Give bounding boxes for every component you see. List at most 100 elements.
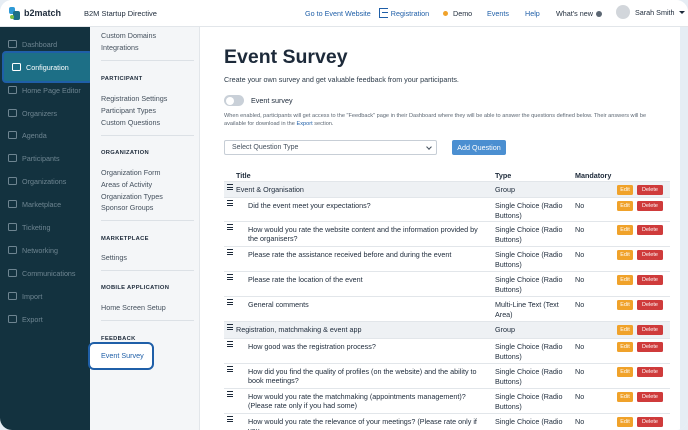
edit-button[interactable]: Edit	[617, 300, 633, 310]
delete-button[interactable]: Delete	[637, 201, 663, 211]
registration-link[interactable]: Registration	[378, 8, 429, 18]
sidebar-item-home-page-editor[interactable]: Home Page Editor	[0, 79, 90, 101]
question-mandatory: No	[575, 225, 585, 234]
home-icon	[8, 86, 17, 94]
demo-indicator[interactable]: Demo	[443, 0, 472, 27]
brand-logo[interactable]: b2match	[0, 6, 90, 20]
column-header-type: Type	[495, 171, 512, 180]
drag-handle-icon[interactable]	[227, 274, 233, 282]
question-mandatory: No	[575, 342, 585, 351]
question-mandatory: No	[575, 300, 585, 309]
table-row: Did the event meet your expectations? Sin…	[224, 197, 670, 221]
section-heading-participant: PARTICIPANT	[101, 76, 143, 82]
export-icon	[8, 315, 17, 323]
sidebar-item-export[interactable]: Export	[0, 308, 90, 330]
edit-button[interactable]: Edit	[617, 201, 633, 211]
edit-button[interactable]: Edit	[617, 392, 633, 402]
sidebar-item-marketplace[interactable]: Marketplace	[0, 193, 90, 215]
top-header: b2match B2M Startup Directive Go to Even…	[0, 0, 688, 27]
drag-handle-icon[interactable]	[227, 299, 233, 307]
subnav-sponsor-groups[interactable]: Sponsor Groups	[101, 203, 153, 212]
help-link[interactable]: Help	[525, 9, 540, 18]
subnav-integrations[interactable]: Integrations	[101, 43, 139, 52]
table-row: How would you rate the matchmaking (appo…	[224, 388, 670, 413]
question-type-select[interactable]: Select Question Type	[224, 140, 437, 155]
question-title: Please rate the assistance received befo…	[248, 250, 452, 259]
drag-handle-icon[interactable]	[227, 184, 233, 192]
table-row: How did you find the quality of profiles…	[224, 363, 670, 388]
delete-button[interactable]: Delete	[637, 225, 663, 235]
drag-handle-icon[interactable]	[227, 200, 233, 208]
delete-button[interactable]: Delete	[637, 392, 663, 402]
edit-button[interactable]: Edit	[617, 225, 633, 235]
column-header-mandatory: Mandatory	[575, 171, 612, 180]
subnav-home-screen-setup[interactable]: Home Screen Setup	[101, 303, 166, 312]
delete-button[interactable]: Delete	[637, 367, 663, 377]
edit-button[interactable]: Edit	[617, 325, 633, 335]
events-link[interactable]: Events	[487, 9, 509, 18]
question-mandatory: No	[575, 367, 585, 376]
main-sidebar: Dashboard Configuration Home Page Editor…	[0, 27, 93, 430]
sidebar-item-networking[interactable]: Networking	[0, 239, 90, 261]
question-title: Please rate the location of the event	[248, 275, 363, 284]
subnav-registration-settings[interactable]: Registration Settings	[101, 94, 167, 103]
go-to-event-link[interactable]: Go to Event Website	[305, 9, 371, 18]
sidebar-item-organizers[interactable]: Organizers	[0, 102, 90, 124]
edit-button[interactable]: Edit	[617, 250, 633, 260]
user-menu[interactable]: Sarah Smith	[616, 5, 685, 19]
sidebar-item-ticketing[interactable]: Ticketing	[0, 216, 90, 238]
delete-button[interactable]: Delete	[637, 275, 663, 285]
sidebar-item-import[interactable]: Import	[0, 285, 90, 307]
question-mandatory: No	[575, 201, 585, 210]
drag-handle-icon[interactable]	[227, 366, 233, 374]
question-type: Single Choice (Radio	[495, 417, 563, 426]
delete-button[interactable]: Delete	[637, 300, 663, 310]
delete-button[interactable]: Delete	[637, 250, 663, 260]
question-type: Single Choice (Radio Buttons)	[495, 392, 563, 411]
subnav-settings[interactable]: Settings	[101, 253, 127, 262]
sidebar-item-label: Home Page Editor	[22, 85, 81, 95]
chat-icon	[8, 269, 17, 277]
drag-handle-icon[interactable]	[227, 341, 233, 349]
event-survey-toggle[interactable]	[224, 95, 244, 106]
edit-button[interactable]: Edit	[617, 417, 633, 427]
edit-button[interactable]: Edit	[617, 342, 633, 352]
edit-button[interactable]: Edit	[617, 275, 633, 285]
delete-button[interactable]: Delete	[637, 417, 663, 427]
subnav-organization-form[interactable]: Organization Form	[101, 168, 161, 177]
sidebar-item-label: Configuration	[26, 62, 69, 72]
delete-button[interactable]: Delete	[637, 185, 663, 195]
whats-new-button[interactable]: What's new	[556, 9, 602, 18]
delete-button[interactable]: Delete	[637, 325, 663, 335]
edit-button[interactable]: Edit	[617, 367, 633, 377]
delete-button[interactable]: Delete	[637, 342, 663, 352]
drag-handle-icon[interactable]	[227, 324, 233, 332]
sidebar-item-agenda[interactable]: Agenda	[0, 124, 90, 146]
subnav-organization-types[interactable]: Organization Types	[101, 192, 163, 201]
subnav-areas-of-activity[interactable]: Areas of Activity	[101, 180, 152, 189]
sidebar-item-label: Networking	[22, 245, 58, 255]
participants-icon	[8, 154, 17, 162]
question-type: Multi-Line Text (Text Area)	[495, 300, 559, 319]
drag-handle-icon[interactable]	[227, 249, 233, 257]
import-icon	[8, 292, 17, 300]
drag-handle-icon[interactable]	[227, 224, 233, 232]
sidebar-item-label: Marketplace	[22, 199, 62, 209]
group-row: Event & Organisation Group Edit Delete	[224, 181, 670, 197]
subnav-event-survey[interactable]: Event Survey	[88, 342, 154, 370]
question-title: Did the event meet your expectations?	[248, 201, 371, 210]
sidebar-item-communications[interactable]: Communications	[0, 262, 90, 284]
sidebar-item-organizations[interactable]: Organizations	[0, 170, 90, 192]
edit-button[interactable]: Edit	[617, 185, 633, 195]
subnav-custom-domains[interactable]: Custom Domains	[101, 31, 156, 40]
notification-dot-icon	[595, 10, 602, 17]
drag-handle-icon[interactable]	[227, 391, 233, 399]
add-question-button[interactable]: Add Question	[452, 140, 506, 155]
export-link[interactable]: Export	[296, 121, 312, 127]
subnav-custom-questions[interactable]: Custom Questions	[101, 118, 160, 127]
subnav-participant-types[interactable]: Participant Types	[101, 106, 156, 115]
sidebar-item-label: Participants	[22, 153, 60, 163]
main-content: Event Survey Create your own survey and …	[207, 27, 680, 430]
sidebar-item-participants[interactable]: Participants	[0, 147, 90, 169]
drag-handle-icon[interactable]	[227, 416, 233, 424]
